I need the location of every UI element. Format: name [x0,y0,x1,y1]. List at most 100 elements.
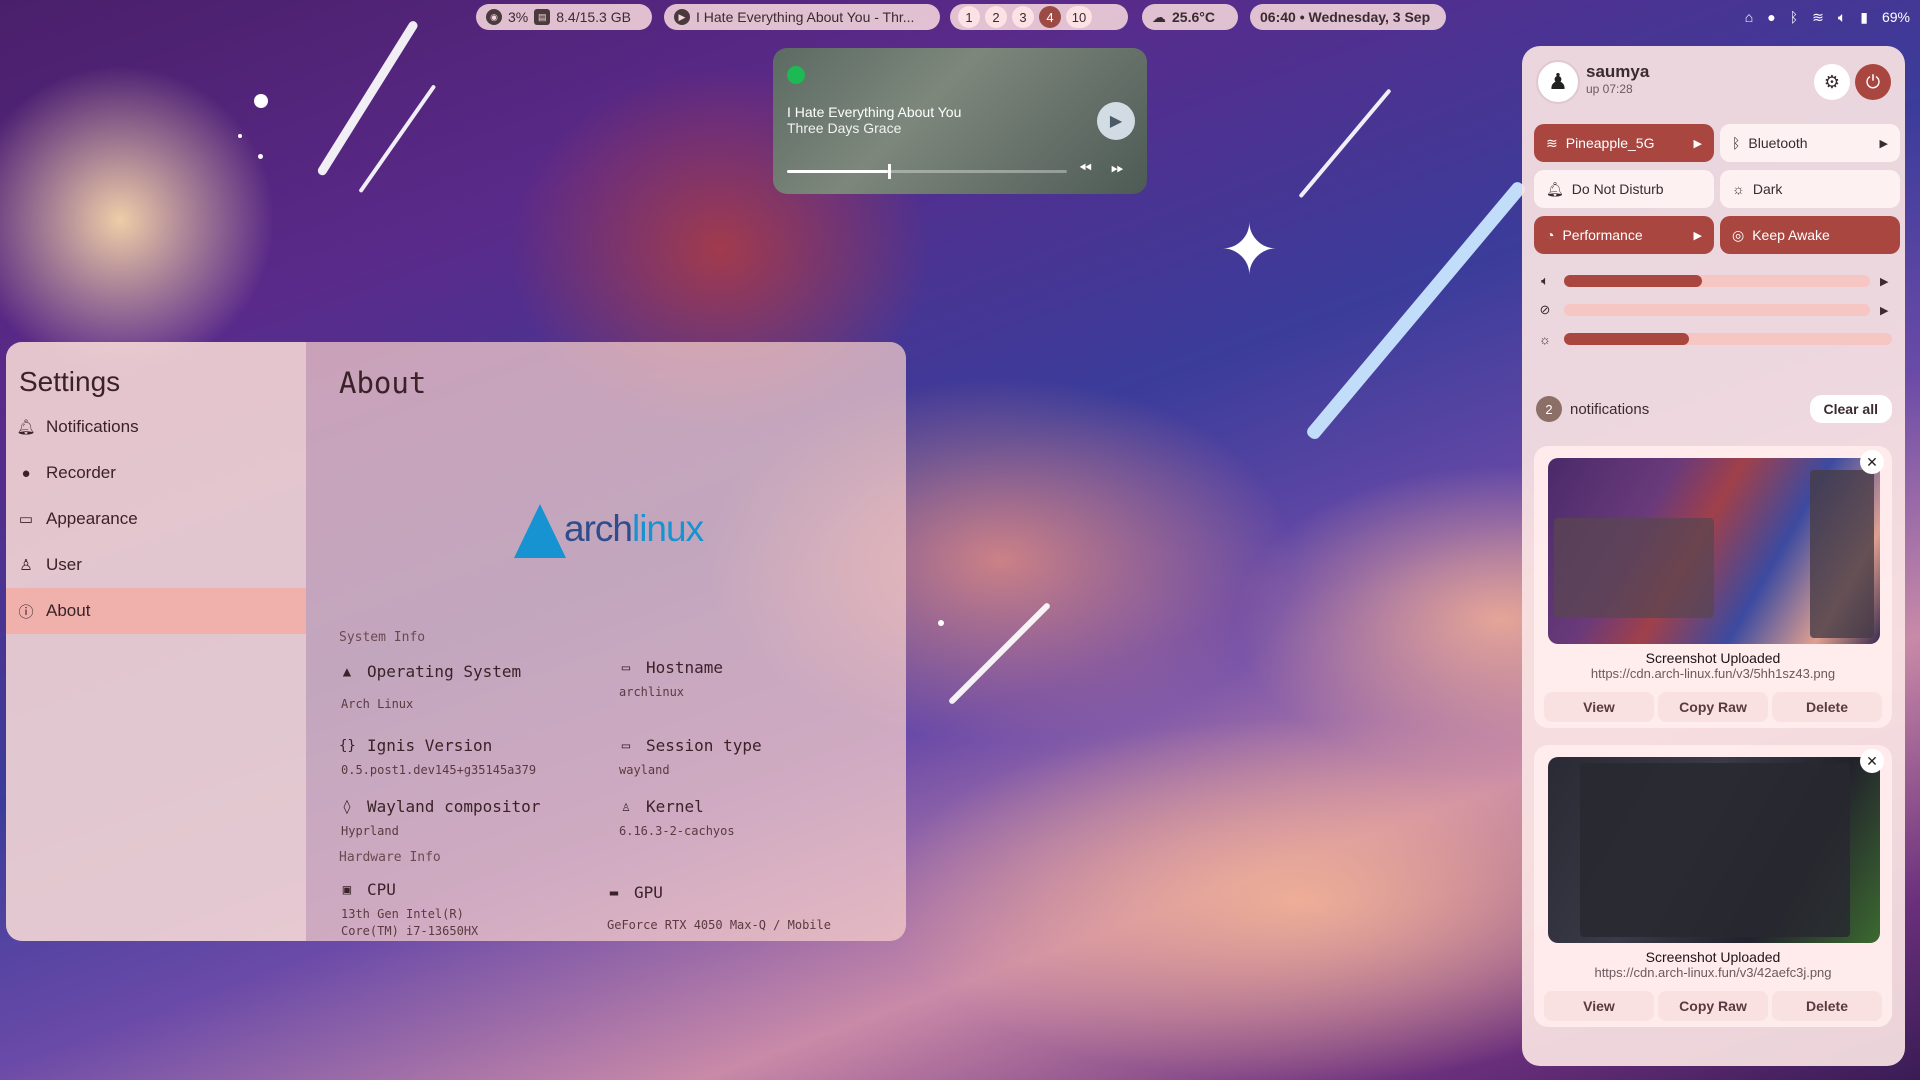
username: saumya [1586,62,1650,81]
battery-icon[interactable]: ▮ [1860,9,1868,26]
close-icon[interactable]: ✕ [1860,749,1884,773]
about-page: About archlinux System Info ▲ Operating … [306,342,906,941]
previous-button[interactable]: ⏪︎ [1079,160,1092,178]
volume-icon[interactable]: 🔈︎ [1838,9,1846,26]
arch-logo-icon [514,504,566,558]
nav-label: Recorder [46,463,116,482]
play-button[interactable]: ▶ [1097,102,1135,140]
chevron-right-icon[interactable]: ▶ [1880,275,1892,288]
laptop-icon: ▭ [621,659,631,676]
speaker-icon: 🔈︎ [1541,273,1549,288]
delete-button[interactable]: Delete [1772,692,1882,722]
kernel-title: ♙ Kernel [618,797,704,816]
notification-card: ✕ Screenshot Uploaded https://cdn.arch-l… [1534,745,1892,1027]
nav-label: Notifications [46,417,139,436]
volume-slider-row: 🔈︎ ▶ [1536,272,1892,290]
system-stats[interactable]: ◉ 3% ▤ 8.4/15.3 GB [476,4,652,30]
steam-icon[interactable]: ● [1767,9,1775,25]
view-button[interactable]: View [1544,692,1654,722]
delete-button[interactable]: Delete [1772,991,1882,1021]
nav-appearance[interactable]: ▭ Appearance [6,496,306,542]
nav-label: About [46,601,91,620]
brightness-level [1564,333,1689,345]
chevron-right-icon[interactable]: ▶ [1694,137,1702,150]
workspace-10[interactable]: 10 [1066,6,1092,28]
user-icon: ♙ [19,557,33,574]
nav-about[interactable]: ⓘ About [6,588,306,634]
seek-progress [787,170,888,173]
tile-do-not-disturb[interactable]: 🔔︎ Do Not Disturb [1534,170,1714,208]
notification-title: Screenshot Uploaded [1645,949,1781,965]
nav-user[interactable]: ♙ User [6,542,306,588]
close-icon[interactable]: ✕ [1860,450,1884,474]
screenshot-thumbnail[interactable] [1548,757,1880,943]
track-artist: Three Days Grace [787,120,902,136]
os-value: Arch Linux [341,697,414,711]
wifi-icon[interactable]: ≋ [1812,9,1824,26]
next-button[interactable]: ⏩︎ [1111,160,1124,178]
screenshot-thumbnail[interactable] [1548,458,1880,644]
nav-label: Appearance [46,509,138,528]
mic-muted-icon: ⊘ [1539,302,1551,317]
now-playing-pill[interactable]: ▶ I Hate Everything About You - Thr... [664,4,940,30]
mic-slider[interactable] [1564,304,1870,316]
clear-all-button[interactable]: Clear all [1809,395,1892,423]
clock-pill[interactable]: 06:40 • Wednesday, 3 Sep [1250,4,1446,30]
tile-dark-mode[interactable]: ☼ Dark [1720,170,1900,208]
avatar[interactable]: ♟ [1536,60,1580,104]
volume-slider[interactable] [1564,275,1870,287]
tile-performance[interactable]: ◔ Performance ▶ [1534,216,1714,254]
workspace-2[interactable]: 2 [985,6,1007,28]
memory-icon: ▤ [534,9,551,25]
tile-bluetooth[interactable]: ᛒ Bluetooth ▶ [1720,124,1900,162]
workspace-switcher: 1 2 3 4 10 [950,4,1128,30]
seek-handle[interactable] [887,164,891,179]
ignis-value: 0.5.post1.dev145+g35145a379 [341,763,537,777]
cpu-usage: 3% [508,9,529,25]
nav-notifications[interactable]: 🔔︎ Notifications [6,404,306,450]
chevron-right-icon[interactable]: ▶ [1880,304,1892,317]
arch-linux-logo: archlinux [514,502,704,558]
ignis-title: {} Ignis Version [339,736,493,755]
view-button[interactable]: View [1544,991,1654,1021]
settings-sidebar: Settings 🔔︎ Notifications ● Recorder ▭ A… [6,342,306,941]
workspace-1[interactable]: 1 [958,6,980,28]
tux-icon: ♙ [621,798,631,815]
info-icon: ⓘ [18,603,34,621]
copy-raw-button[interactable]: Copy Raw [1658,692,1768,722]
settings-window: Settings 🔔︎ Notifications ● Recorder ▭ A… [6,342,906,941]
discord-icon[interactable]: ⌂ [1745,9,1753,25]
bluetooth-icon[interactable]: ᛒ [1790,9,1798,25]
workspace-4[interactable]: 4 [1039,6,1061,28]
monitor-icon: ▭ [621,737,631,754]
copy-raw-button[interactable]: Copy Raw [1658,991,1768,1021]
hostname-value: archlinux [619,685,685,699]
page-title: About [339,366,427,400]
chip-icon: ▣ [342,881,352,898]
coffee-icon: ◎ [1732,226,1745,243]
settings-gear-button[interactable]: ⚙ [1814,64,1850,100]
cpu-title: ▣ CPU [339,880,396,899]
control-center: ♟ saumya up 07:28 ⚙ ⏻ ≋ Pineapple_5G ▶ ᛒ… [1522,46,1905,1066]
session-title: ▭ Session type [618,736,762,755]
droplet-icon: ◊ [342,798,352,815]
workspace-3[interactable]: 3 [1012,6,1034,28]
seek-bar[interactable] [787,164,1067,179]
power-button[interactable]: ⏻ [1855,64,1891,100]
spotify-icon [787,66,805,84]
chevron-right-icon[interactable]: ▶ [1694,229,1702,242]
brightness-slider[interactable] [1564,333,1892,345]
tile-wifi[interactable]: ≋ Pineapple_5G ▶ [1534,124,1714,162]
notifications-label: notifications [1570,400,1650,418]
bluetooth-icon: ᛒ [1732,135,1741,151]
cloud-icon: ☁ [1152,8,1166,25]
nav-recorder[interactable]: ● Recorder [6,450,306,496]
chevron-right-icon[interactable]: ▶ [1880,137,1888,150]
weather-pill[interactable]: ☁ 25.6°C [1142,4,1238,30]
kernel-value: 6.16.3-2-cachyos [619,824,735,838]
tile-keep-awake[interactable]: ◎ Keep Awake [1720,216,1900,254]
compositor-value: Hyprland [341,824,399,838]
record-icon: ● [21,464,31,482]
notification-count: 2 [1536,396,1562,422]
battery-level: 69% [1881,9,1910,25]
